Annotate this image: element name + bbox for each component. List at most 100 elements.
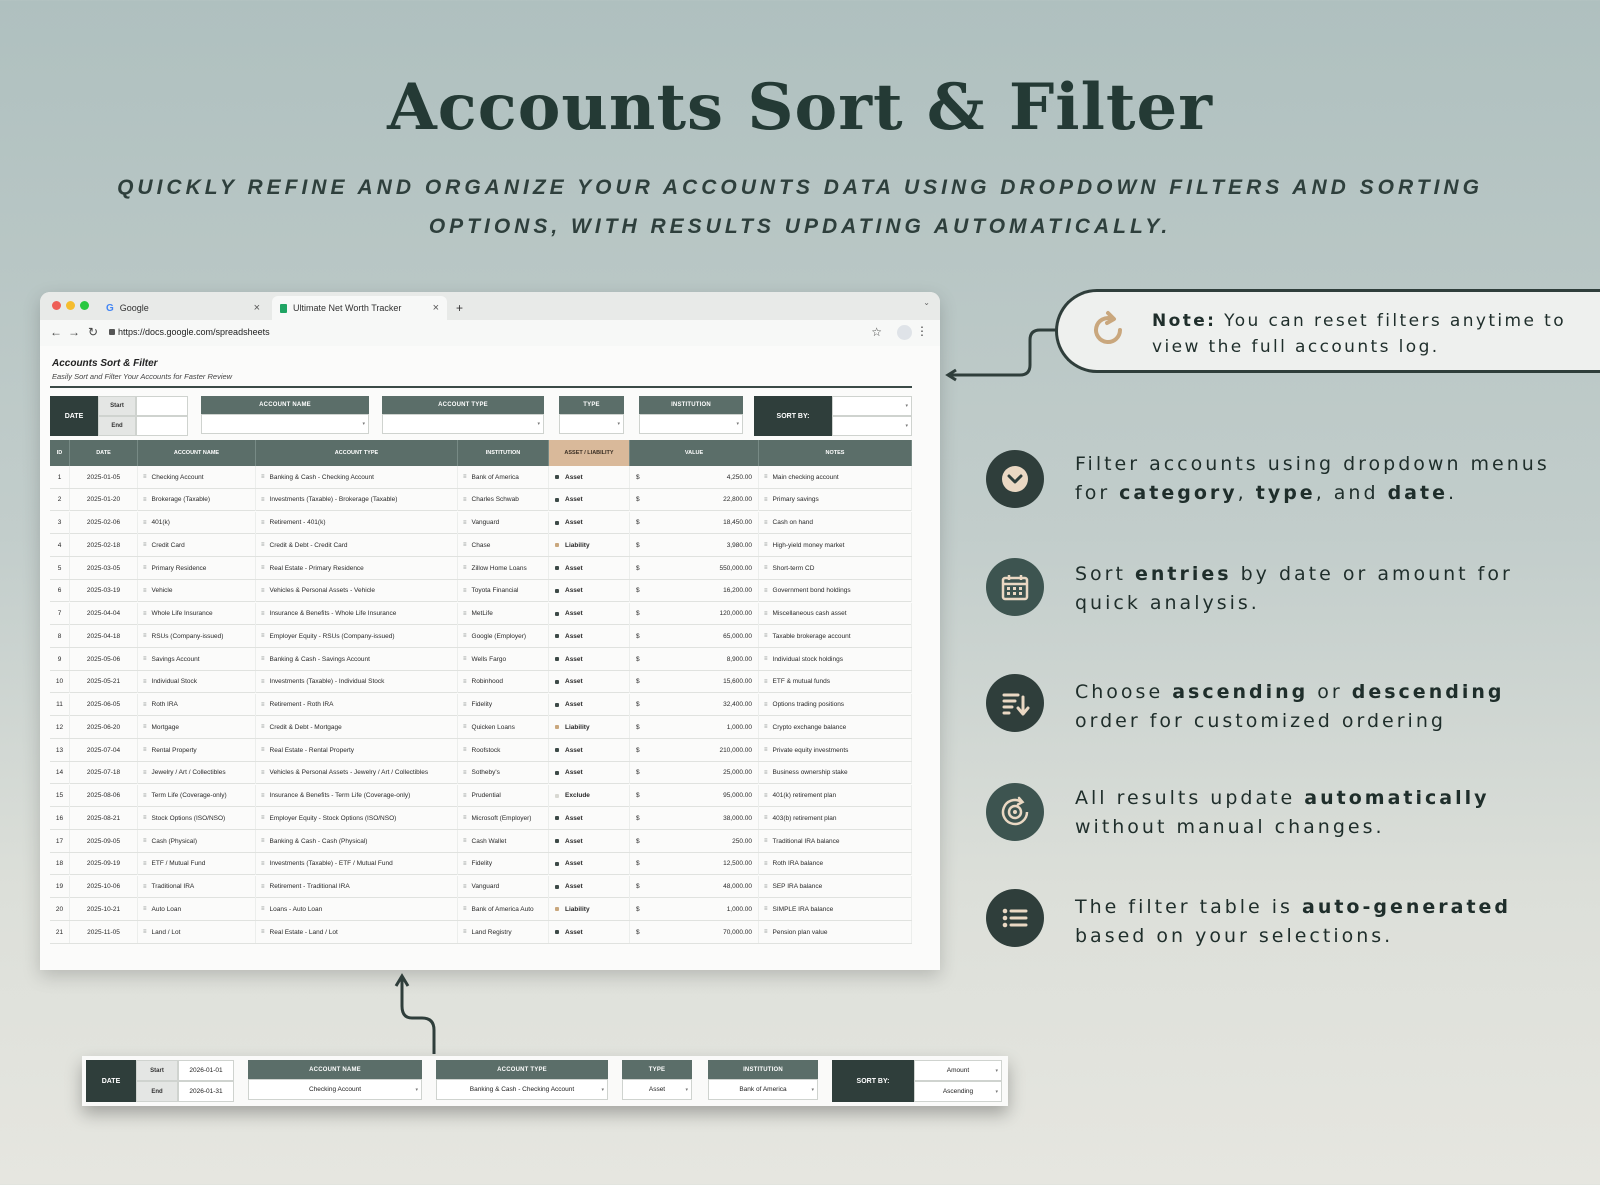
- cell-id[interactable]: 7: [50, 602, 70, 625]
- cell-id[interactable]: 11: [50, 693, 70, 716]
- cell-id[interactable]: 8: [50, 625, 70, 648]
- cell-asset-liability[interactable]: Liability: [549, 716, 630, 739]
- cell-date[interactable]: 2025-03-05: [70, 557, 138, 579]
- cell-account-name[interactable]: ≡ Brokerage (Taxable): [138, 488, 256, 511]
- cell-account-type[interactable]: ≡ Credit & Debt - Mortgage: [256, 716, 458, 739]
- cell-date[interactable]: 2025-02-18: [70, 534, 138, 557]
- cell-value[interactable]: $18,450.00: [630, 511, 759, 534]
- reload-icon[interactable]: ↻: [88, 325, 98, 339]
- cell-date[interactable]: 2025-08-06: [70, 784, 138, 807]
- cell-id[interactable]: 5: [50, 557, 70, 579]
- sort-field-dropdown[interactable]: ▾: [832, 396, 912, 416]
- cell-value[interactable]: $250.00: [630, 830, 759, 852]
- table-row[interactable]: 10 2025-05-21 ≡ Individual Stock ≡ Investment…: [50, 670, 912, 694]
- cell-notes[interactable]: ≡ Taxable brokerage account: [759, 625, 912, 648]
- table-row[interactable]: 16 2025-08-21 ≡ Stock Options (ISO/NSO) ≡ Emp…: [50, 807, 912, 830]
- cell-account-type[interactable]: ≡ Banking & Cash - Savings Account: [256, 648, 458, 670]
- table-row[interactable]: 18 2025-09-19 ≡ ETF / Mutual Fund ≡ Investmen…: [50, 852, 912, 876]
- close-tab-icon[interactable]: ×: [254, 302, 260, 314]
- cell-date[interactable]: 2025-10-06: [70, 875, 138, 898]
- cell-id[interactable]: 20: [50, 898, 70, 921]
- cell-account-type[interactable]: ≡ Banking & Cash - Checking Account: [256, 466, 458, 488]
- cell-account-type[interactable]: ≡ Retirement - Roth IRA: [256, 693, 458, 716]
- cell-account-type[interactable]: ≡ Vehicles & Personal Assets - Vehicle: [256, 579, 458, 602]
- cell-value[interactable]: $15,600.00: [630, 670, 759, 693]
- table-row[interactable]: 6 2025-03-19 ≡ Vehicle ≡ Vehicles & Personal …: [50, 579, 912, 603]
- cell-institution[interactable]: ≡ Fidelity: [458, 693, 549, 716]
- back-icon[interactable]: ←: [50, 325, 62, 339]
- table-row[interactable]: 4 2025-02-18 ≡ Credit Card ≡ Credit & Debt - …: [50, 534, 912, 557]
- cell-id[interactable]: 2: [50, 488, 70, 511]
- cell-account-type[interactable]: ≡ Insurance & Benefits - Whole Life Insur…: [256, 602, 458, 625]
- cell-account-name[interactable]: ≡ Vehicle: [138, 579, 256, 602]
- cell-date[interactable]: 2025-04-04: [70, 602, 138, 625]
- sort-field-dropdown[interactable]: Amount ▾: [914, 1060, 1002, 1081]
- cell-institution[interactable]: ≡ Bank of America Auto: [458, 898, 549, 921]
- cell-notes[interactable]: ≡ Private equity investments: [759, 739, 912, 761]
- table-row[interactable]: 3 2025-02-06 ≡ 401(k) ≡ Retirement - 401(k) ≡ V…: [50, 511, 912, 535]
- cell-value[interactable]: $12,500.00: [630, 852, 759, 875]
- cell-notes[interactable]: ≡ Options trading positions: [759, 693, 912, 716]
- cell-institution[interactable]: ≡ Sotheby's: [458, 761, 549, 784]
- institution-dropdown[interactable]: Bank of America ▾: [708, 1079, 818, 1100]
- cell-notes[interactable]: ≡ Short-term CD: [759, 557, 912, 579]
- cell-institution[interactable]: ≡ Bank of America: [458, 466, 549, 488]
- cell-account-name[interactable]: ≡ Jewelry / Art / Collectibles: [138, 761, 256, 784]
- cell-date[interactable]: 2025-07-18: [70, 761, 138, 784]
- cell-account-type[interactable]: ≡ Real Estate - Land / Lot: [256, 921, 458, 943]
- more-menu-icon[interactable]: ⋮: [916, 324, 928, 338]
- start-date-input[interactable]: 2026-01-01: [178, 1060, 234, 1081]
- account-type-dropdown[interactable]: Banking & Cash - Checking Account ▾: [436, 1079, 608, 1100]
- cell-date[interactable]: 2025-03-19: [70, 579, 138, 602]
- cell-asset-liability[interactable]: Asset: [549, 921, 630, 943]
- maximize-window-button[interactable]: [80, 301, 89, 310]
- cell-value[interactable]: $120,000.00: [630, 602, 759, 625]
- cell-value[interactable]: $65,000.00: [630, 625, 759, 648]
- table-row[interactable]: 20 2025-10-21 ≡ Auto Loan ≡ Loans - Auto Loan…: [50, 898, 912, 921]
- end-date-input[interactable]: [136, 416, 188, 436]
- cell-notes[interactable]: ≡ Main checking account: [759, 466, 912, 488]
- cell-asset-liability[interactable]: Asset: [549, 466, 630, 488]
- table-row[interactable]: 7 2025-04-04 ≡ Whole Life Insurance ≡ Insuran…: [50, 602, 912, 626]
- table-row[interactable]: 9 2025-05-06 ≡ Savings Account ≡ Banking & Ca…: [50, 648, 912, 671]
- col-institution[interactable]: INSTITUTION: [458, 440, 549, 466]
- cell-id[interactable]: 13: [50, 739, 70, 761]
- cell-asset-liability[interactable]: Asset: [549, 648, 630, 670]
- cell-account-type[interactable]: ≡ Investments (Taxable) - Individual Stoc…: [256, 670, 458, 693]
- cell-account-type[interactable]: ≡ Loans - Auto Loan: [256, 898, 458, 921]
- cell-date[interactable]: 2025-06-20: [70, 716, 138, 739]
- cell-account-name[interactable]: ≡ Savings Account: [138, 648, 256, 670]
- cell-id[interactable]: 17: [50, 830, 70, 852]
- account-name-dropdown[interactable]: ▾: [201, 414, 369, 434]
- cell-notes[interactable]: ≡ High-yield money market: [759, 534, 912, 557]
- col-id[interactable]: ID: [50, 440, 70, 466]
- cell-asset-liability[interactable]: Liability: [549, 898, 630, 921]
- cell-institution[interactable]: ≡ Charles Schwab: [458, 488, 549, 511]
- tab-google[interactable]: G Google ×: [98, 296, 268, 320]
- table-row[interactable]: 5 2025-03-05 ≡ Primary Residence ≡ Real Estat…: [50, 557, 912, 580]
- cell-notes[interactable]: ≡ ETF & mutual funds: [759, 670, 912, 693]
- cell-institution[interactable]: ≡ Wells Fargo: [458, 648, 549, 670]
- cell-asset-liability[interactable]: Asset: [549, 579, 630, 602]
- cell-account-name[interactable]: ≡ Traditional IRA: [138, 875, 256, 898]
- table-row[interactable]: 11 2025-06-05 ≡ Roth IRA ≡ Retirement - Roth …: [50, 693, 912, 717]
- cell-id[interactable]: 14: [50, 761, 70, 784]
- cell-institution[interactable]: ≡ Cash Wallet: [458, 830, 549, 852]
- cell-asset-liability[interactable]: Asset: [549, 693, 630, 716]
- cell-asset-liability[interactable]: Exclude: [549, 784, 630, 807]
- tab-net-worth-tracker[interactable]: Ultimate Net Worth Tracker ×: [272, 296, 447, 320]
- cell-id[interactable]: 3: [50, 511, 70, 534]
- cell-notes[interactable]: ≡ Cash on hand: [759, 511, 912, 534]
- cell-date[interactable]: 2025-01-05: [70, 466, 138, 488]
- cell-notes[interactable]: ≡ SIMPLE IRA balance: [759, 898, 912, 921]
- cell-account-type[interactable]: ≡ Employer Equity - Stock Options (ISO/NS…: [256, 807, 458, 830]
- star-icon[interactable]: ☆: [871, 325, 882, 339]
- cell-value[interactable]: $32,400.00: [630, 693, 759, 716]
- col-notes[interactable]: NOTES: [759, 440, 912, 466]
- cell-value[interactable]: $25,000.00: [630, 761, 759, 784]
- cell-id[interactable]: 19: [50, 875, 70, 898]
- cell-notes[interactable]: ≡ 403(b) retirement plan: [759, 807, 912, 830]
- cell-account-name[interactable]: ≡ RSUs (Company-issued): [138, 625, 256, 648]
- cell-value[interactable]: $22,800.00: [630, 488, 759, 511]
- cell-account-name[interactable]: ≡ Auto Loan: [138, 898, 256, 921]
